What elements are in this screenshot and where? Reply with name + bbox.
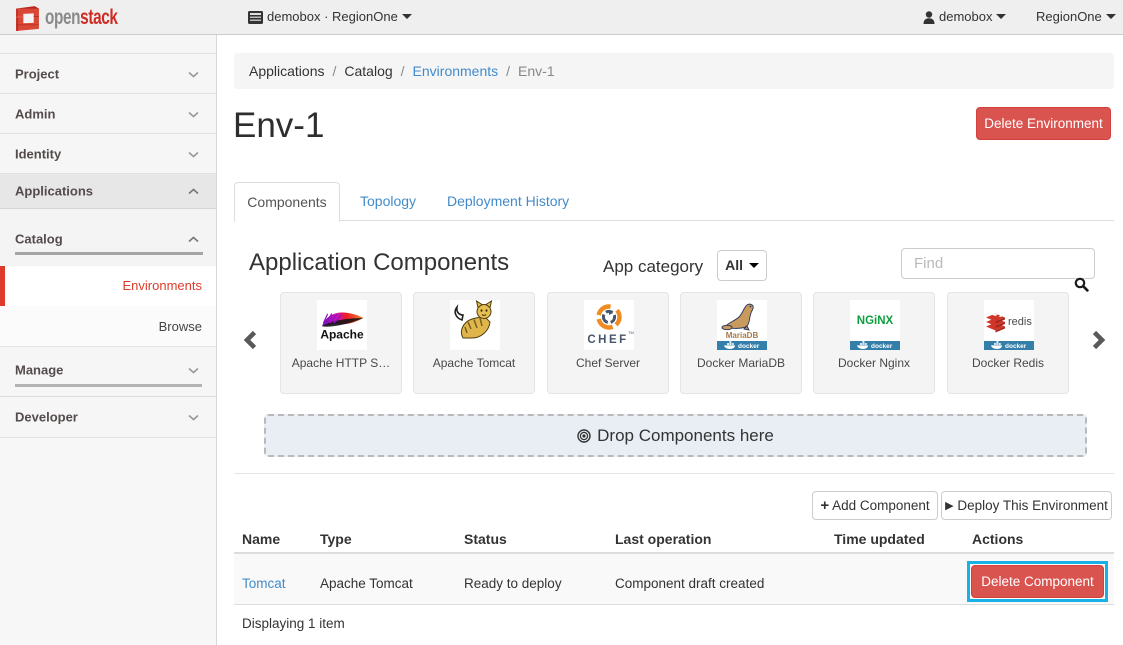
svg-text:MariaDB: MariaDB: [726, 331, 759, 340]
svg-text:CHEF: CHEF: [587, 334, 628, 346]
svg-text:docker: docker: [871, 343, 893, 350]
svg-text:Apache: Apache: [320, 328, 364, 342]
svg-text:NGiNX: NGiNX: [857, 315, 894, 327]
svg-text:docker: docker: [738, 343, 760, 350]
svg-text:TM: TM: [628, 330, 634, 335]
svg-text:redis: redis: [1008, 316, 1032, 328]
svg-text:docker: docker: [1005, 343, 1027, 350]
